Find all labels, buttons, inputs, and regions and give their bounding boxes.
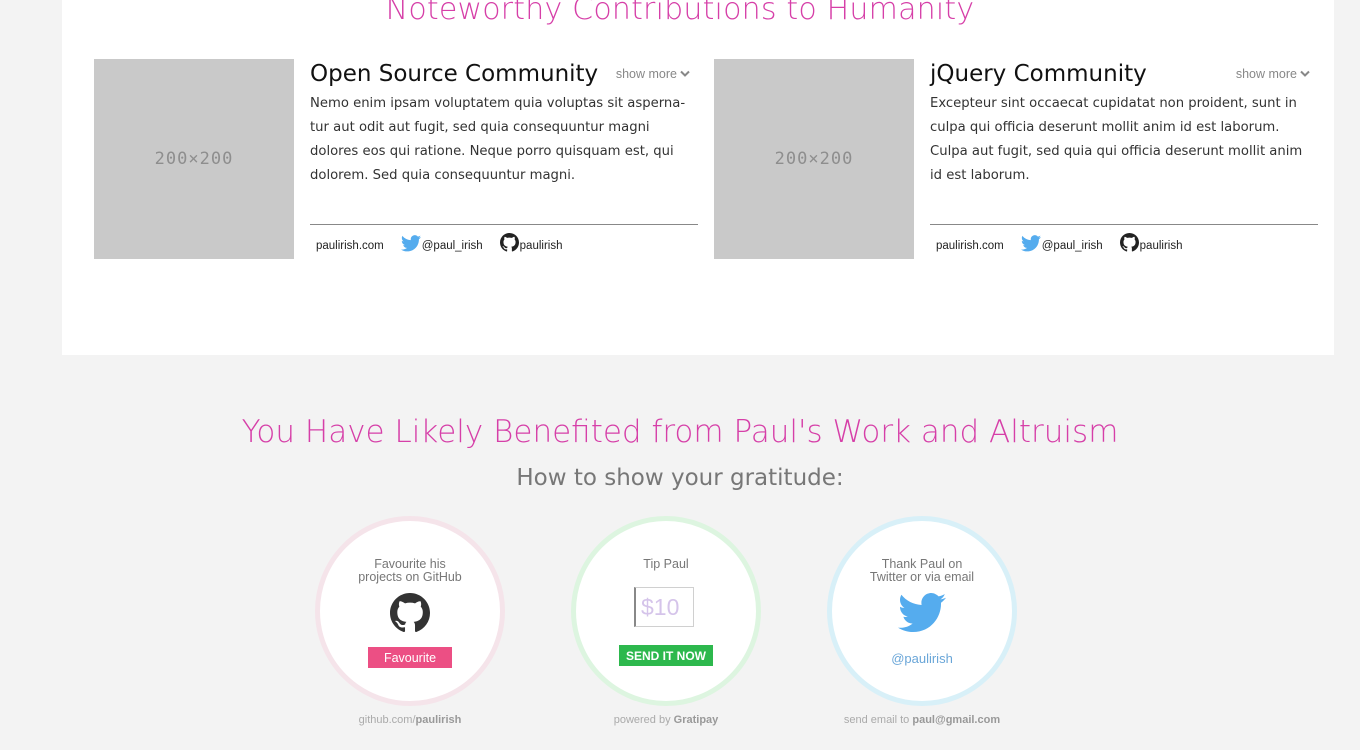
github-octocat-icon: [499, 233, 519, 252]
divider: [930, 224, 1318, 225]
contribution-card-jquery: 200×200 jQuery Community show more Excep…: [714, 59, 1318, 259]
divider: [310, 224, 698, 225]
github-circle: Favourite his projects on GitHub Favouri…: [315, 516, 505, 706]
card-description: Excepteur sint occaecat cupidatat non pr…: [930, 96, 1303, 183]
website-link[interactable]: paulirish.com: [316, 240, 384, 252]
twitter-card-line1: Thank Paul on: [881, 557, 963, 571]
twitter-handle-link[interactable]: @paulirish: [832, 651, 1012, 666]
github-caption-user: paulirish: [415, 714, 462, 726]
card-description: Nemo enim ipsam voluptatem quia voluptas…: [310, 96, 686, 183]
twitter-card-line2: Twitter or via email: [869, 569, 975, 584]
twitter-thanks-card: Thank Paul on Twitter or via email @paul…: [827, 516, 1017, 726]
github-link[interactable]: paulirish: [499, 233, 563, 252]
contribution-card-open-source: 200×200 Open Source Community show more …: [94, 59, 698, 259]
twitter-handle: @paul_irish: [421, 240, 483, 252]
website-link[interactable]: paulirish.com: [936, 240, 1004, 252]
twitter-card-text: Thank Paul on Twitter or via email: [832, 558, 1012, 583]
github-username: paulirish: [519, 240, 563, 252]
tip-amount-input[interactable]: $10: [634, 587, 694, 627]
twitter-bird-icon: [898, 593, 946, 632]
github-card-line1: Favourite his: [374, 557, 446, 571]
github-octocat-icon: [390, 593, 430, 633]
github-card-text: Favourite his projects on GitHub: [320, 558, 500, 583]
github-link[interactable]: paulirish: [1119, 233, 1183, 252]
tip-caption[interactable]: powered by Gratipay: [541, 714, 791, 726]
twitter-link[interactable]: @paul_irish: [400, 235, 483, 252]
twitter-handle: @paul_irish: [1041, 240, 1103, 252]
twitter-link[interactable]: @paul_irish: [1020, 235, 1103, 252]
show-more-label: show more: [1235, 67, 1297, 81]
github-caption-prefix: github.com/: [358, 714, 416, 726]
tip-caption-provider: Gratipay: [673, 714, 719, 726]
send-it-now-button[interactable]: SEND IT NOW: [619, 645, 713, 666]
tip-circle: Tip Paul $10 SEND IT NOW: [571, 516, 761, 706]
email-caption[interactable]: send email to paul@gmail.com: [797, 714, 1047, 726]
show-more-toggle[interactable]: show more: [616, 67, 690, 81]
email-caption-address: paul@gmail.com: [912, 714, 1001, 726]
card-title: jQuery Community: [930, 61, 1147, 87]
chevron-down-icon: [680, 70, 690, 77]
github-username: paulirish: [1139, 240, 1183, 252]
github-caption[interactable]: github.com/paulirish: [285, 714, 535, 726]
show-more-label: show more: [615, 67, 677, 81]
tip-card: Tip Paul $10 SEND IT NOW powered by Grat…: [571, 516, 761, 726]
tip-card-text: Tip Paul: [576, 558, 756, 571]
github-octocat-icon: [1119, 233, 1139, 252]
tip-caption-prefix: powered by: [613, 714, 674, 726]
gratitude-title: You Have Likely Benefited from Paul's Wo…: [241, 414, 1119, 450]
favourite-button[interactable]: Favourite: [368, 647, 452, 668]
github-favourite-card: Favourite his projects on GitHub Favouri…: [315, 516, 505, 726]
twitter-circle: Thank Paul on Twitter or via email @paul…: [827, 516, 1017, 706]
email-caption-prefix: send email to: [843, 714, 913, 726]
show-more-toggle[interactable]: show more: [1236, 67, 1310, 81]
github-card-line2: projects on GitHub: [358, 569, 462, 584]
twitter-bird-icon: [1020, 235, 1041, 252]
tip-card-line1: Tip Paul: [643, 557, 689, 571]
chevron-down-icon: [1300, 70, 1310, 77]
card-title: Open Source Community: [310, 61, 599, 87]
gratitude-subtitle: How to show your gratitude:: [516, 465, 844, 491]
twitter-bird-icon: [400, 235, 421, 252]
contributions-title: Noteworthy Contributions to Humanity: [385, 0, 975, 27]
card-links: paulirish.com @paul_irish paulirish: [316, 233, 579, 252]
placeholder-image: 200×200: [94, 59, 294, 259]
placeholder-image: 200×200: [714, 59, 914, 259]
card-links: paulirish.com @paul_irish paulirish: [936, 233, 1199, 252]
